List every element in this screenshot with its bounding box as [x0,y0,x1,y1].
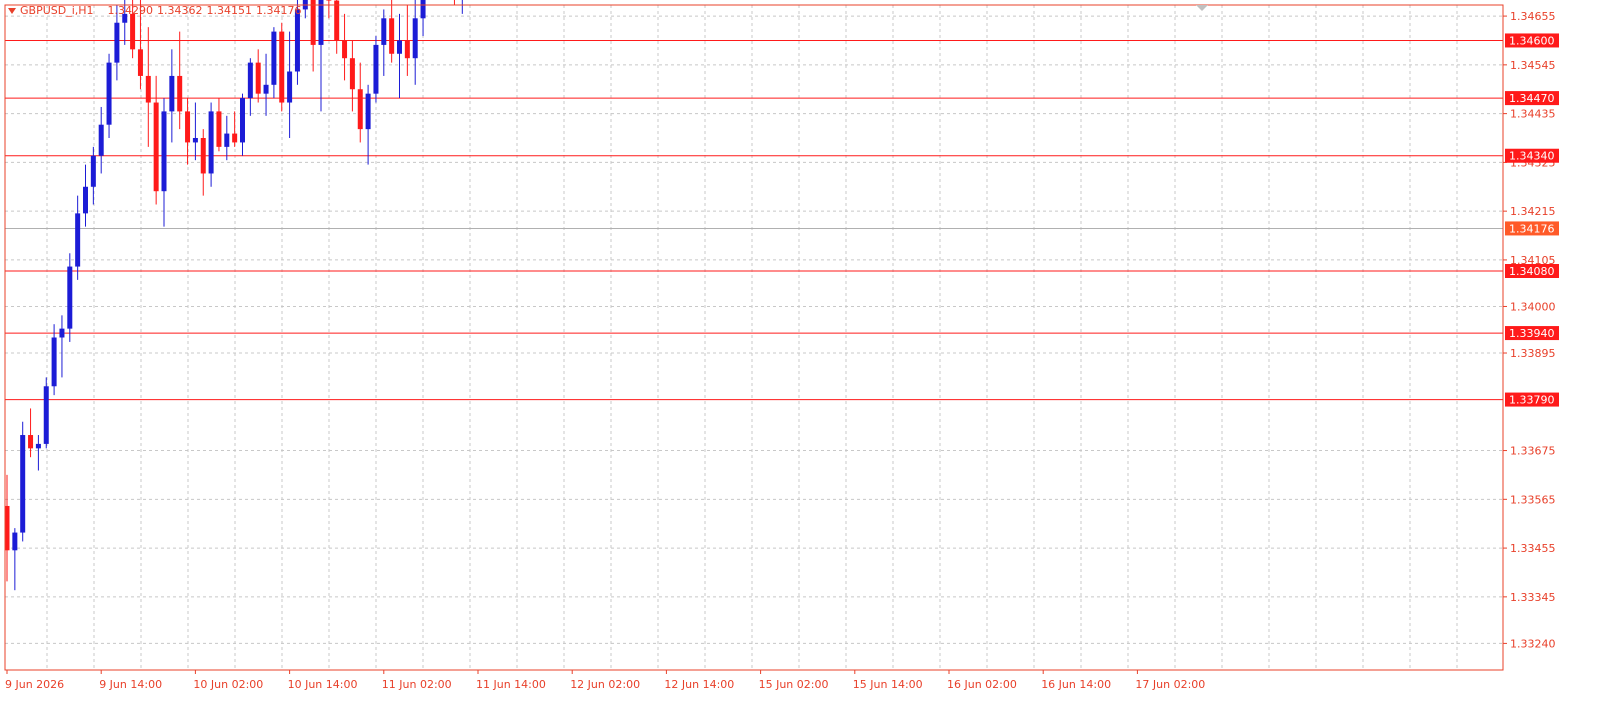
candle-body[interactable] [106,62,112,125]
candle-body[interactable] [224,133,230,147]
candle-body[interactable] [192,138,198,143]
y-axis-tick-label: 1.34545 [1510,59,1556,72]
candle-body[interactable] [294,9,300,72]
candle-body[interactable] [389,18,395,54]
y-axis-tick-label: 1.33240 [1510,637,1556,650]
x-axis-tick-label: 16 Jun 14:00 [1041,678,1111,691]
candle-body[interactable] [326,0,332,1]
chart-area[interactable]: 1.34655 1.34545 1.34435 1.34325 1.34215 1.341… [0,0,1601,713]
candle-body[interactable] [67,266,73,329]
candle-body[interactable] [247,62,253,99]
plot-background [5,5,1503,670]
candle-body[interactable] [412,18,418,59]
y-axis-tick-label: 1.34000 [1510,300,1556,313]
candle-body[interactable] [12,532,18,551]
candle-body[interactable] [90,155,96,187]
ohlc-high: 1.34362 [157,4,203,17]
candle-body[interactable] [83,186,88,214]
candle-body[interactable] [287,71,293,103]
y-axis-tick-label: 1.33895 [1510,347,1556,360]
candle-body[interactable] [420,0,426,19]
y-axis-tick-label: 1.33565 [1510,493,1556,506]
candle-body[interactable] [240,98,245,143]
x-axis-tick-label: 11 Jun 14:00 [476,678,546,691]
candle-body[interactable] [169,75,175,112]
y-axis-tick-label: 1.33455 [1510,542,1556,555]
candle-body[interactable] [177,75,183,112]
candle-body[interactable] [349,58,355,90]
candle-body[interactable] [381,18,387,45]
x-axis-tick-label: 16 Jun 02:00 [947,678,1017,691]
candle-body[interactable] [397,40,402,54]
candle-body[interactable] [59,328,65,338]
price-chart[interactable]: 1.346551.345451.344351.343251.342151.341… [0,0,1601,713]
candle-body[interactable] [208,111,214,174]
x-axis-tick-label: 12 Jun 02:00 [570,678,640,691]
candle-body[interactable] [318,0,324,45]
candle-body[interactable] [161,111,167,192]
candle-body[interactable] [404,40,410,59]
candle-body[interactable] [216,111,222,147]
candle-body[interactable] [145,75,151,103]
y-axis-tick-label: 1.33345 [1510,591,1556,604]
candle-body[interactable] [342,40,348,59]
x-axis-tick-label: 11 Jun 02:00 [382,678,452,691]
x-axis-tick-label: 15 Jun 02:00 [759,678,829,691]
candle-body[interactable] [28,435,34,449]
candle-body[interactable] [35,443,41,449]
candle-body[interactable] [200,138,206,174]
y-axis-tick-label: 1.33675 [1510,445,1556,458]
current-price-label: 1.34176 [1509,222,1555,235]
candle-body[interactable] [263,84,269,94]
level-label: 1.33790 [1509,394,1555,407]
x-axis-tick-label: 9 Jun 14:00 [99,678,162,691]
ohlc-open: 1.34290 [107,4,154,17]
candle-body[interactable] [271,31,277,85]
candle-body[interactable] [185,111,191,143]
candle-body[interactable] [153,102,159,192]
candle-body[interactable] [43,386,49,444]
ohlc-low: 1.34151 [206,4,253,17]
candle-body[interactable] [279,31,285,103]
dropdown-triangle-icon[interactable] [8,7,16,14]
x-axis-tick-label: 12 Jun 14:00 [664,678,734,691]
candle-body[interactable] [373,44,379,94]
candle-body[interactable] [75,213,81,267]
level-label: 1.34080 [1509,265,1555,278]
candle-body[interactable] [232,133,238,143]
level-label: 1.33940 [1509,327,1555,340]
y-axis-tick-label: 1.34435 [1510,108,1556,121]
symbol-label: GBPUSD_i,H1 [20,4,94,17]
x-axis-tick-label: 10 Jun 14:00 [288,678,358,691]
candle-body[interactable] [98,124,104,156]
level-label: 1.34600 [1509,34,1555,47]
candle-body[interactable] [137,49,143,76]
candle-body[interactable] [20,435,26,533]
candle-body[interactable] [365,93,371,130]
candle-body[interactable] [114,22,120,63]
candle-body[interactable] [130,13,136,50]
x-axis-tick-label: 10 Jun 02:00 [193,678,263,691]
y-axis-tick-label: 1.34215 [1510,205,1556,218]
level-label: 1.34470 [1509,92,1555,105]
symbol-header: GBPUSD_i,H1 1.34290 1.34362 1.34151 1.34… [8,4,302,17]
x-axis-tick-label: 15 Jun 14:00 [853,678,923,691]
y-axis-tick-label: 1.34655 [1510,10,1556,23]
candle-body[interactable] [334,0,340,41]
ohlc-close: 1.34176 [256,4,302,17]
candle-body[interactable] [51,337,57,387]
x-axis-tick-label: 17 Jun 02:00 [1135,678,1205,691]
candle-body[interactable] [255,62,261,94]
x-axis-tick-label: 9 Jun 2026 [5,678,64,691]
candle-body[interactable] [357,89,363,130]
level-label: 1.34340 [1509,150,1555,163]
candle-body[interactable] [310,0,316,45]
